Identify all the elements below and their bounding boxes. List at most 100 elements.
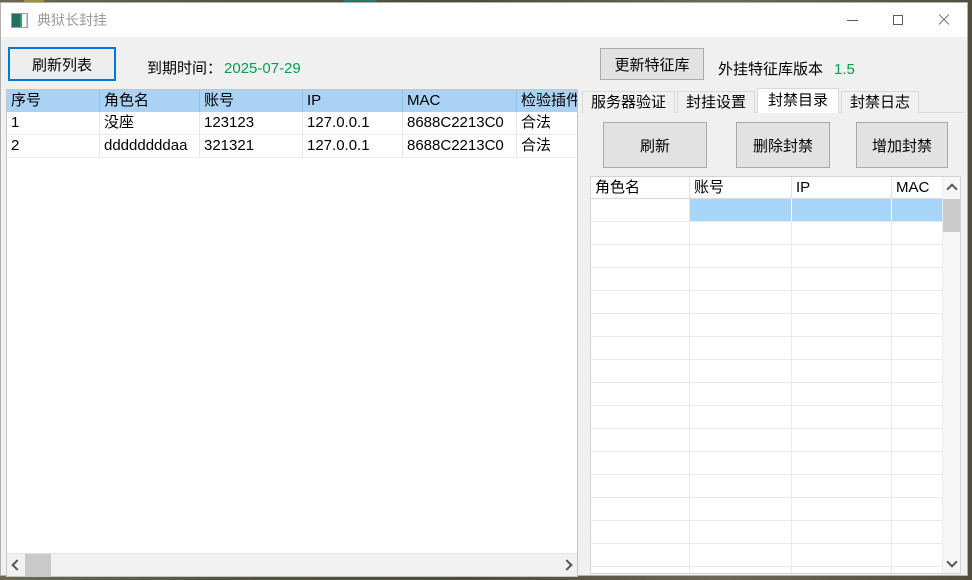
ban-table-empty-row[interactable] <box>591 337 943 360</box>
ban-table-cell <box>690 406 792 428</box>
ban-table-cell <box>892 383 943 405</box>
vertical-scrollbar-thumb[interactable] <box>943 199 960 232</box>
ban-table-empty-row[interactable] <box>591 498 943 521</box>
ban-table-empty-row[interactable] <box>591 521 943 544</box>
ban-table-cell <box>892 429 943 451</box>
horizontal-scrollbar-thumb[interactable] <box>25 554 51 576</box>
minimize-icon <box>847 20 858 21</box>
ban-table-cell <box>792 314 892 336</box>
scroll-right-button[interactable] <box>559 554 577 576</box>
ban-column-header[interactable]: 账号 <box>690 177 792 199</box>
chevron-up-icon <box>946 183 957 194</box>
ban-table-empty-row[interactable] <box>591 222 943 245</box>
ban-table-empty-row[interactable] <box>591 291 943 314</box>
signature-version-label: 外挂特征库版本 <box>718 61 823 78</box>
table-cell: 127.0.0.1 <box>303 135 403 157</box>
ban-table-cell <box>792 567 892 573</box>
scroll-left-button[interactable] <box>7 554 25 576</box>
ban-table-cell <box>591 544 690 566</box>
table-cell: 321321 <box>200 135 303 157</box>
ban-column-header[interactable]: 角色名 <box>591 177 690 199</box>
minimize-button[interactable] <box>829 3 875 37</box>
ban-table-cell <box>892 222 943 244</box>
ban-table-cell <box>792 406 892 428</box>
update-signatures-button[interactable]: 更新特征库 <box>600 48 704 80</box>
chevron-down-icon <box>946 556 957 567</box>
ban-table-selected-row[interactable] <box>591 199 943 222</box>
tab-ban-log[interactable]: 封禁日志 <box>841 91 919 113</box>
expiry-label: 到期时间：2025-07-29 <box>147 57 301 78</box>
ban-column-header[interactable]: IP <box>792 177 892 199</box>
ban-table-empty-row[interactable] <box>591 383 943 406</box>
maximize-button[interactable] <box>875 3 921 37</box>
table-row[interactable]: 1没座123123127.0.0.18688C2213C0合法 <box>7 112 577 135</box>
ban-table-cell <box>591 291 690 313</box>
table-cell: 127.0.0.1 <box>303 112 403 134</box>
ban-table-cell <box>690 383 792 405</box>
ban-table-empty-row[interactable] <box>591 406 943 429</box>
left-column-header[interactable]: 角色名 <box>100 90 200 112</box>
ban-table-cell <box>792 452 892 474</box>
table-cell: 合法 <box>517 112 577 134</box>
ban-table-cell <box>591 383 690 405</box>
ban-table-cell <box>690 452 792 474</box>
signature-version-value: 1.5 <box>834 61 855 78</box>
ban-table-empty-row[interactable] <box>591 314 943 337</box>
ban-table-empty-row[interactable] <box>591 567 943 573</box>
ban-table-cell <box>690 475 792 497</box>
ban-table-cell <box>892 314 943 336</box>
ban-table-cell <box>690 222 792 244</box>
ban-table-cell <box>792 291 892 313</box>
close-icon <box>938 14 950 26</box>
refresh-list-button[interactable]: 刷新列表 <box>8 47 116 81</box>
left-column-header[interactable]: 账号 <box>200 90 303 112</box>
ban-table-cell <box>690 199 792 221</box>
ban-column-header[interactable]: MAC <box>892 177 943 199</box>
window-controls <box>829 3 967 37</box>
left-table-header: 序号角色名账号IPMAC检验插件 <box>7 90 577 112</box>
ban-table-body <box>591 199 943 573</box>
ban-table-cell <box>892 360 943 382</box>
ban-table-cell <box>591 268 690 290</box>
ban-table-cell <box>690 291 792 313</box>
ban-table-cell <box>792 337 892 359</box>
ban-table-empty-row[interactable] <box>591 475 943 498</box>
ban-table-cell <box>792 475 892 497</box>
ban-table-cell <box>690 567 792 573</box>
ban-table-empty-row[interactable] <box>591 429 943 452</box>
app-icon <box>11 13 28 28</box>
ban-table-empty-row[interactable] <box>591 544 943 567</box>
tab-ban-catalog[interactable]: 封禁目录 <box>757 88 839 113</box>
ban-table-empty-row[interactable] <box>591 268 943 291</box>
refresh-button[interactable]: 刷新 <box>603 122 707 168</box>
scroll-down-button[interactable] <box>943 553 960 573</box>
ban-table-empty-row[interactable] <box>591 360 943 383</box>
horizontal-scrollbar[interactable] <box>7 553 577 576</box>
tab-server-verify[interactable]: 服务器验证 <box>582 91 675 113</box>
ban-table-header: 角色名账号IPMAC <box>591 177 943 199</box>
ban-table-empty-row[interactable] <box>591 245 943 268</box>
close-button[interactable] <box>921 3 967 37</box>
ban-table-cell <box>591 360 690 382</box>
ban-table-cell <box>591 567 690 573</box>
tab-bar: 服务器验证封挂设置封禁目录封禁日志 <box>582 88 921 113</box>
scroll-up-button[interactable] <box>943 177 960 197</box>
ban-table-cell <box>591 429 690 451</box>
ban-table-cell <box>591 222 690 244</box>
table-row[interactable]: 2ddddddddaa321321127.0.0.18688C2213C0合法 <box>7 135 577 158</box>
add-ban-button[interactable]: 增加封禁 <box>856 122 948 168</box>
tab-plugin-settings[interactable]: 封挂设置 <box>677 91 755 113</box>
ban-table-cell <box>591 498 690 520</box>
left-column-header[interactable]: IP <box>303 90 403 112</box>
ban-table-empty-row[interactable] <box>591 452 943 475</box>
left-column-header[interactable]: 检验插件 <box>517 90 577 112</box>
delete-ban-button[interactable]: 删除封禁 <box>736 122 830 168</box>
left-column-header[interactable]: MAC <box>403 90 517 112</box>
table-cell: 8688C2213C0 <box>403 112 517 134</box>
ban-table-cell <box>792 521 892 543</box>
vertical-scrollbar[interactable] <box>942 177 960 573</box>
ban-table-cell <box>892 291 943 313</box>
left-column-header[interactable]: 序号 <box>7 90 100 112</box>
ban-table-cell <box>892 521 943 543</box>
app-window: 典狱长封挂 刷新列表 到期时间：2025-07-29 更新特征库 外挂特征库版本… <box>0 2 968 576</box>
